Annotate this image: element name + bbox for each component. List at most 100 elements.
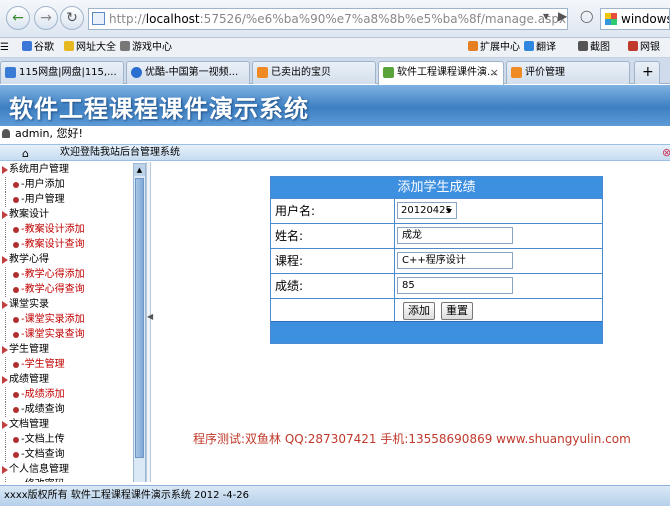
course-label: 课程: (271, 249, 395, 273)
sidebar-item-label: -成绩查询 (21, 404, 65, 415)
sidebar-item-label: 系统用户管理 (9, 164, 69, 175)
sidebar-item-label: -成绩添加 (21, 389, 65, 400)
screenshot-button[interactable]: 截图 (578, 38, 610, 57)
go-icon[interactable]: ▶ (558, 9, 567, 23)
sidebar-section[interactable]: 学生管理 (0, 342, 132, 357)
115-icon (5, 67, 16, 78)
splitter[interactable]: ◀ (146, 162, 153, 482)
form-title: 添加学生成绩 (271, 177, 602, 198)
sidebar-item[interactable]: -修改密码 (0, 477, 132, 482)
username-label: 用户名: (271, 199, 395, 223)
sidebar-item[interactable]: -学生管理 (0, 357, 132, 372)
footer: xxxx版权所有 软件工程课程课件演示系统 2012 -4-26 (0, 485, 670, 506)
bullet-icon (13, 407, 19, 413)
sidebar-item[interactable]: -课堂实录查询 (0, 327, 132, 342)
sidebar-scrollbar[interactable]: ▲ (133, 163, 146, 482)
sidebar-item[interactable]: -文档查询 (0, 447, 132, 462)
tab-bar: 115网盘|网盘|115,... 优酷-中国第一视频... 已卖出的宝贝 软件工… (0, 58, 670, 85)
sidebar-item-label: 成绩管理 (9, 374, 49, 385)
button-row-spacer (271, 299, 395, 323)
sidebar: 系统用户管理 -用户添加 -用户管理 教案设计 -教案设计添加 -教案设计查询 教学心得 -教… (0, 162, 146, 482)
sidebar-item-label: 文档管理 (9, 419, 49, 430)
bank-icon (628, 41, 638, 51)
translate-button[interactable]: 翻译 (524, 38, 556, 57)
add-score-form: 添加学生成绩 用户名: 20120425 姓名: 成龙 课程: C++程序设计 … (270, 176, 603, 344)
sidebar-item[interactable]: -教学心得添加 (0, 267, 132, 282)
bullet-icon (13, 317, 19, 323)
page-title: 软件工程课程课件演示系统 (9, 95, 309, 123)
tester-note: 程序测试:双鱼林 QQ:287307421 手机:13558690869 www… (193, 432, 631, 446)
close-tab-icon[interactable]: × (490, 62, 499, 83)
tab-reviews[interactable]: 评价管理 (506, 61, 630, 84)
sidebar-item[interactable]: -成绩添加 (0, 387, 132, 402)
course-field[interactable]: C++程序设计 (397, 252, 513, 269)
scroll-thumb[interactable] (135, 178, 144, 458)
home-icon[interactable]: ⌂ (22, 146, 29, 161)
sidebar-section[interactable]: 课堂实录 (0, 297, 132, 312)
tab-115[interactable]: 115网盘|网盘|115,... (0, 61, 124, 84)
sidebar-menu: 系统用户管理 -用户添加 -用户管理 教案设计 -教案设计添加 -教案设计查询 教学心得 -教… (0, 162, 132, 482)
taobao-icon (257, 67, 268, 78)
sidebar-item[interactable]: -用户管理 (0, 192, 132, 207)
tab-sold-items[interactable]: 已卖出的宝贝 (252, 61, 376, 84)
reset-button[interactable]: 重置 (441, 302, 473, 320)
sidebar-section[interactable]: 文档管理 (0, 417, 132, 432)
tab-youku[interactable]: 优酷-中国第一视频... (126, 61, 250, 84)
bullet-icon (13, 452, 19, 458)
collapse-icon[interactable]: ◀ (147, 312, 153, 321)
username-select[interactable]: 20120425 (397, 202, 457, 219)
button-row: 添加 重置 (271, 298, 602, 323)
sidebar-item[interactable]: -教学心得查询 (0, 282, 132, 297)
bullet-icon (13, 362, 19, 368)
name-field[interactable]: 成龙 (397, 227, 513, 244)
address-bar[interactable]: http://localhost:57526/%e6%ba%90%e7%a8%8… (88, 8, 568, 30)
score-row: 成绩: 85 (271, 273, 602, 298)
dropdown-icon[interactable]: ▾ (543, 9, 549, 23)
sidebar-section[interactable]: 个人信息管理 (0, 462, 132, 477)
add-button[interactable]: 添加 (403, 302, 435, 320)
sidebar-item-label: -课堂实录添加 (21, 314, 85, 325)
score-label: 成绩: (271, 274, 395, 298)
sidebar-section[interactable]: 教学心得 (0, 252, 132, 267)
back-button[interactable]: ← (6, 6, 30, 30)
form-footer (271, 321, 602, 343)
favorites-menu-icon[interactable]: ☰ (0, 38, 9, 57)
sidebar-item-label: -学生管理 (21, 359, 65, 370)
bullet-icon (13, 182, 19, 188)
new-tab-button[interactable]: + (634, 61, 660, 84)
taobao-icon (511, 67, 522, 78)
fav-url-nav[interactable]: 网址大全 (64, 38, 116, 57)
sidebar-section[interactable]: 成绩管理 (0, 372, 132, 387)
sidebar-section[interactable]: 系统用户管理 (0, 162, 132, 177)
forward-button[interactable]: → (34, 6, 58, 30)
course-row: 课程: C++程序设计 (271, 248, 602, 273)
sidebar-item-label: -教学心得查询 (21, 284, 85, 295)
sidebar-section[interactable]: 教案设计 (0, 207, 132, 222)
username-row: 用户名: 20120425 (271, 198, 602, 223)
fav-games[interactable]: 游戏中心 (120, 38, 172, 57)
bullet-icon (13, 332, 19, 338)
sidebar-item-label: 学生管理 (9, 344, 49, 355)
scroll-up-icon[interactable]: ▲ (134, 164, 145, 176)
refresh-button[interactable]: ↻ (60, 6, 84, 30)
google-icon (22, 41, 32, 51)
welcome-line: admin, 您好! (0, 126, 670, 144)
translate-icon (524, 41, 534, 51)
bank-button[interactable]: 网银 (628, 38, 660, 57)
sidebar-item[interactable]: -课堂实录添加 (0, 312, 132, 327)
sidebar-item[interactable]: -文档上传 (0, 432, 132, 447)
search-input[interactable]: windows (600, 8, 670, 30)
fav-google[interactable]: 谷歌 (22, 38, 54, 57)
sidebar-item[interactable]: -成绩查询 (0, 402, 132, 417)
sidebar-item-label: -教学心得添加 (21, 269, 85, 280)
sidebar-item-label: -课堂实录查询 (21, 329, 85, 340)
tab-course-system[interactable]: 软件工程课程课件演... × (378, 61, 504, 85)
sidebar-item[interactable]: -用户添加 (0, 177, 132, 192)
name-row: 姓名: 成龙 (271, 223, 602, 248)
score-field[interactable]: 85 (397, 277, 513, 294)
extension-center[interactable]: 扩展中心 (468, 38, 520, 57)
shield-icon[interactable]: ◯ (580, 9, 593, 23)
close-icon[interactable]: ⊗ (662, 145, 670, 160)
sidebar-item[interactable]: -教案设计添加 (0, 222, 132, 237)
sidebar-item[interactable]: -教案设计查询 (0, 237, 132, 252)
